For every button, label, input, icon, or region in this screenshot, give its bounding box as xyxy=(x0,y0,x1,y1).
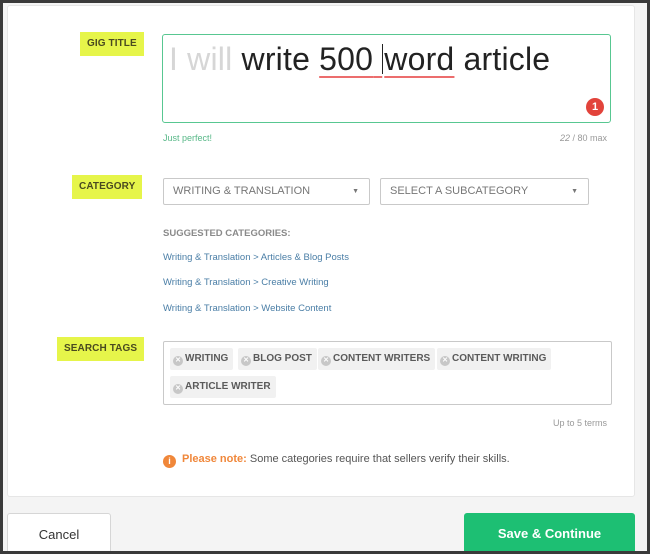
category-note: i Please note: Some categories require th… xyxy=(163,453,510,468)
title-hint: Just perfect! xyxy=(163,133,213,143)
subcategory-placeholder: SELECT A SUBCATEGORY xyxy=(390,185,529,197)
note-lead: Please note: xyxy=(182,453,247,465)
error-count-badge[interactable]: 1 xyxy=(586,98,604,116)
tag-chip: ✕ CONTENT WRITING xyxy=(437,348,552,370)
form-card: GIG TITLE I will write 500 word article … xyxy=(7,5,635,497)
search-tags-input[interactable]: ✕ WRITING ✕ BLOG POST ✕ CONTENT WRITERS ✕ CO… xyxy=(163,341,612,405)
title-word: article xyxy=(463,41,551,77)
gig-title-value: I will write 500 word article xyxy=(169,41,550,78)
suggested-category-link[interactable]: Writing & Translation > Articles & Blog … xyxy=(163,252,349,263)
save-continue-button[interactable]: Save & Continue xyxy=(464,513,635,551)
spelling-error: 500 word xyxy=(319,41,455,77)
tags-limit-hint: Up to 5 terms xyxy=(552,418,607,428)
remove-tag-icon[interactable]: ✕ xyxy=(241,356,251,366)
chevron-down-icon: ▼ xyxy=(352,188,359,195)
suggested-category-link[interactable]: Writing & Translation > Website Content xyxy=(163,303,331,314)
search-tags-label: SEARCH TAGS xyxy=(57,337,145,361)
tag-chip: ✕ WRITING xyxy=(170,348,234,370)
gig-title-input[interactable]: I will write 500 word article 1 xyxy=(162,34,611,123)
title-word: write xyxy=(241,41,311,77)
category-select[interactable]: WRITING & TRANSLATION ▼ xyxy=(163,178,370,205)
chevron-down-icon: ▼ xyxy=(571,188,578,195)
gig-title-label: GIG TITLE xyxy=(80,32,144,56)
note-text: Some categories require that sellers ver… xyxy=(246,453,510,465)
char-count: 22 / 80 max xyxy=(559,133,607,143)
category-label: CATEGORY xyxy=(72,175,143,199)
cancel-button[interactable]: Cancel xyxy=(7,513,111,551)
category-selected: WRITING & TRANSLATION xyxy=(173,185,311,197)
remove-tag-icon[interactable]: ✕ xyxy=(173,356,183,366)
subcategory-select[interactable]: SELECT A SUBCATEGORY ▼ xyxy=(380,178,589,205)
tag-chip: ✕ CONTENT WRITERS xyxy=(318,348,436,370)
app-frame: GIG TITLE I will write 500 word article … xyxy=(3,3,647,551)
tag-chip: ✕ BLOG POST xyxy=(238,348,317,370)
title-prefix: I will xyxy=(169,41,233,77)
remove-tag-icon[interactable]: ✕ xyxy=(173,384,183,394)
info-icon: i xyxy=(163,455,176,468)
remove-tag-icon[interactable]: ✕ xyxy=(440,356,450,366)
suggested-heading: SUGGESTED CATEGORIES: xyxy=(163,228,291,239)
remove-tag-icon[interactable]: ✕ xyxy=(321,356,331,366)
tag-chip: ✕ ARTICLE WRITER xyxy=(170,376,276,398)
suggested-category-link[interactable]: Writing & Translation > Creative Writing xyxy=(163,277,329,288)
